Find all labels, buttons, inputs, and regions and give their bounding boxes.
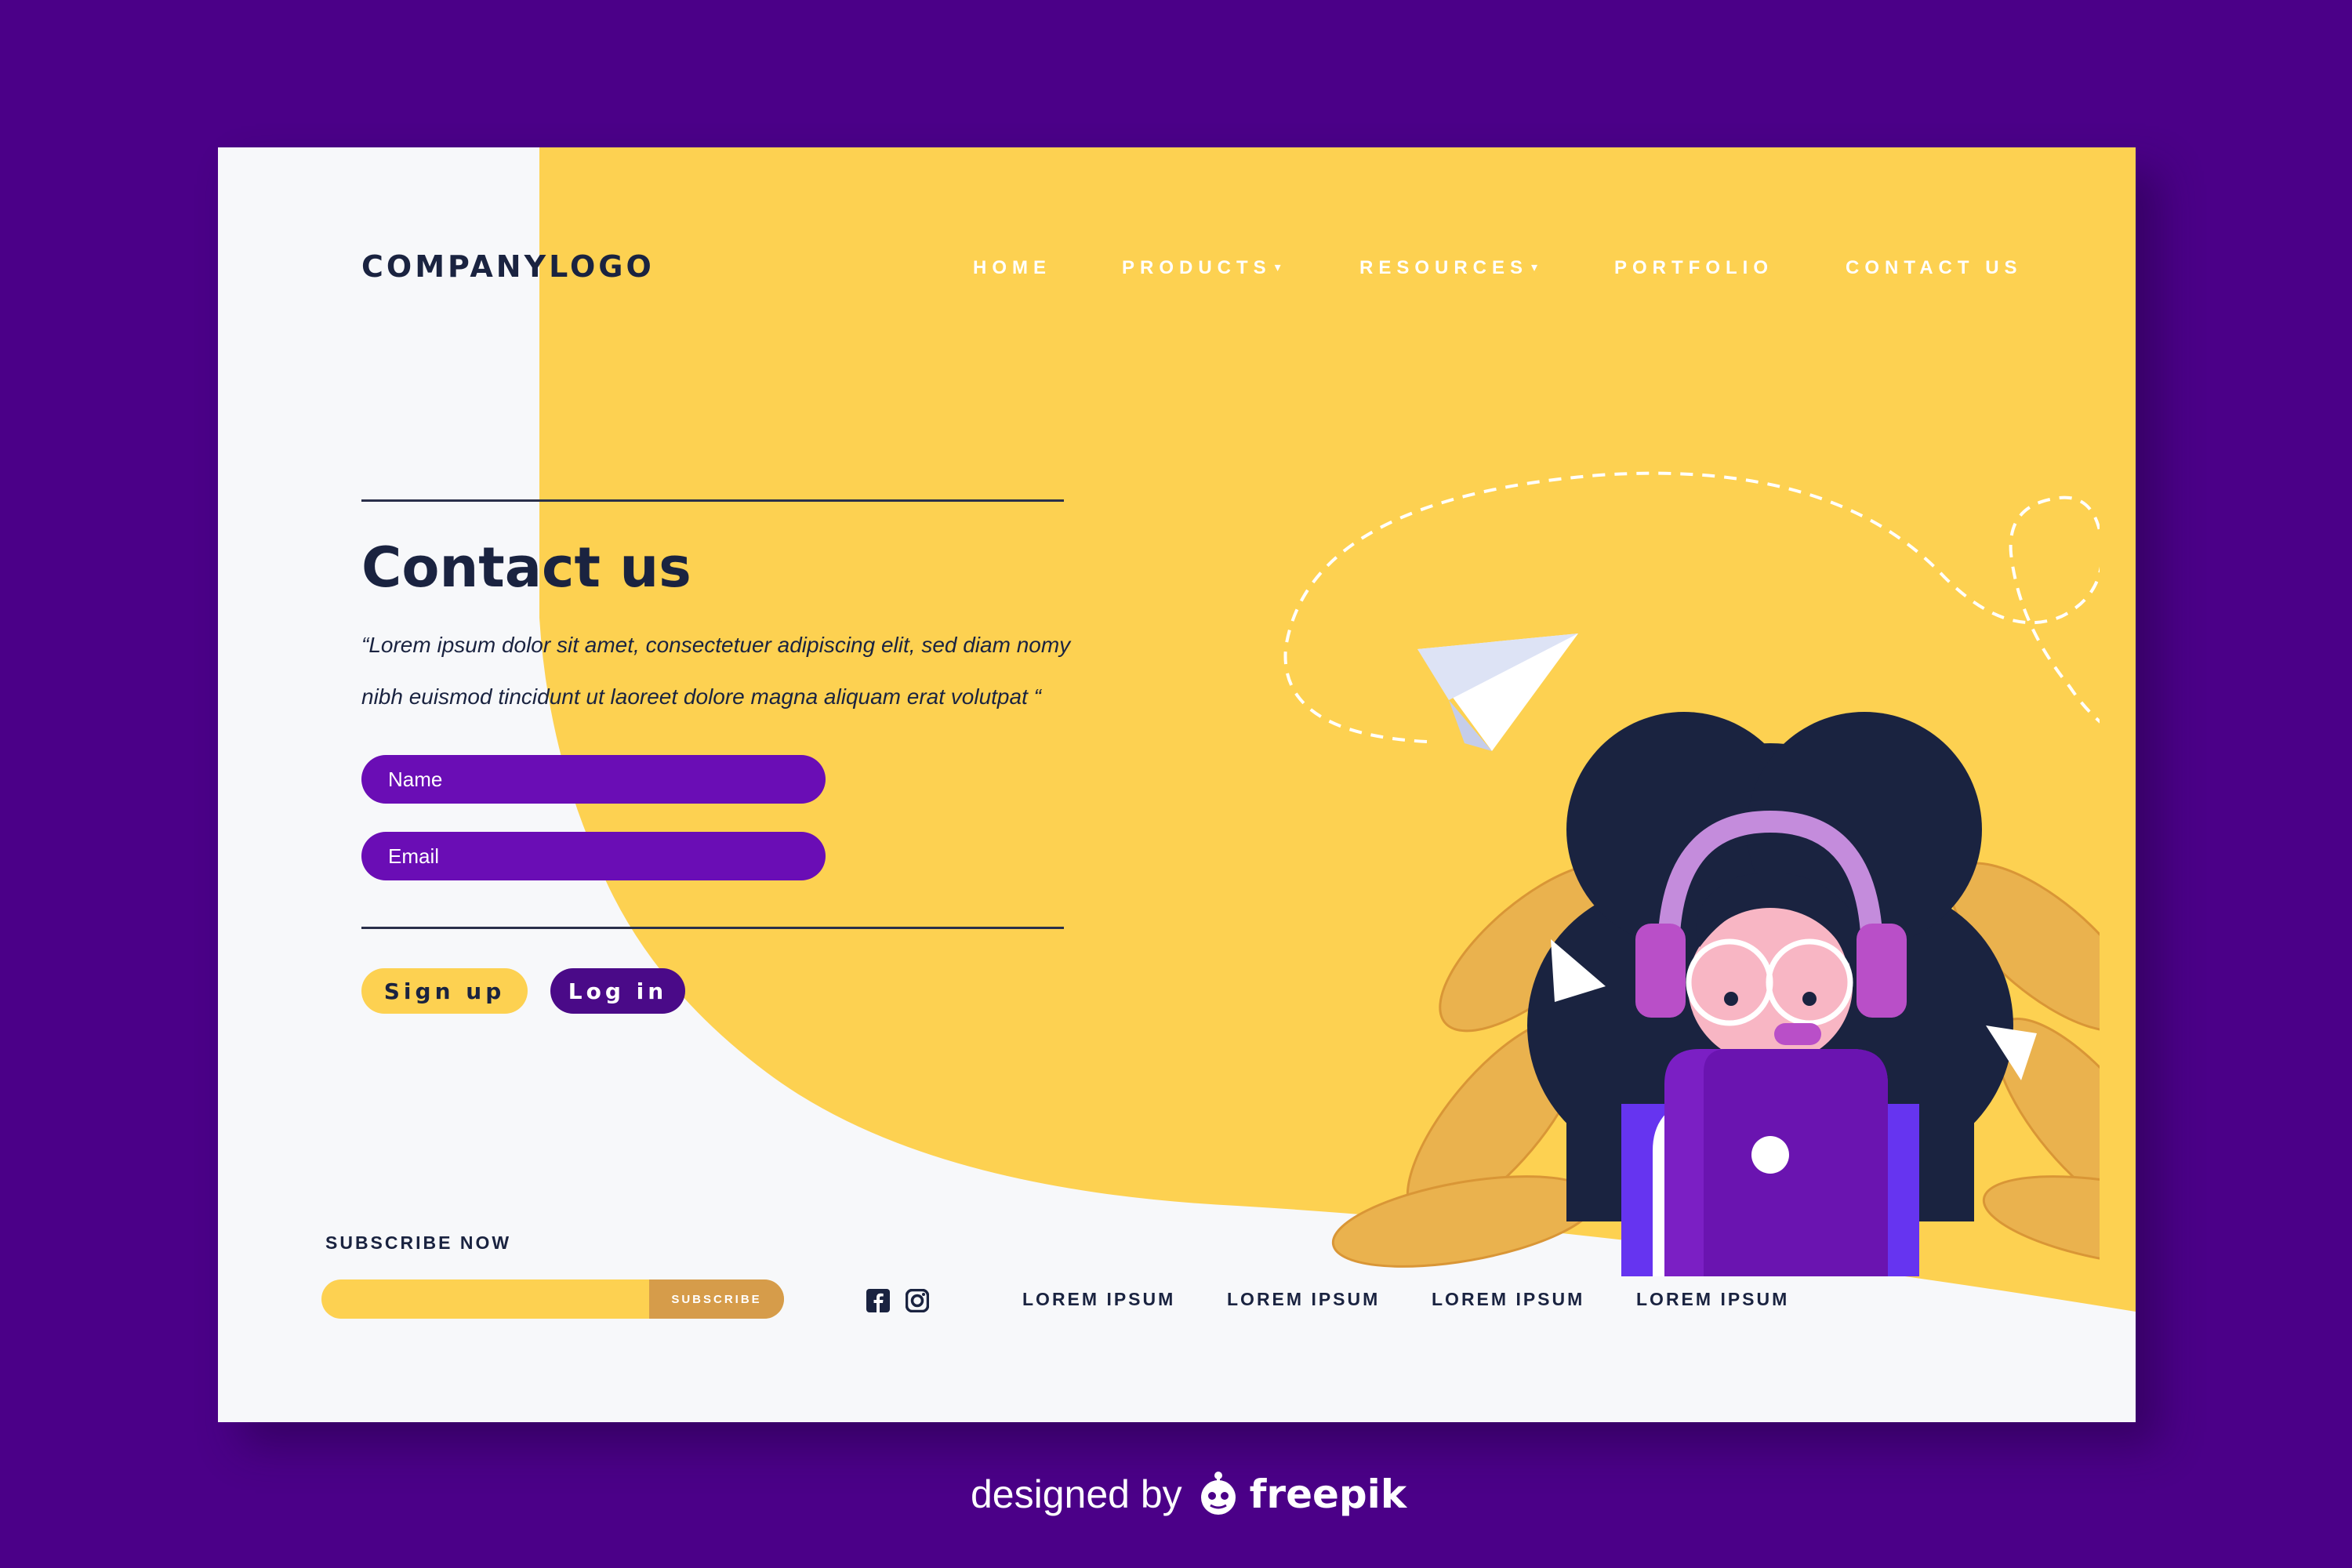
paper-plane-icon [1417,633,1578,751]
laptop-logo-icon [1751,1136,1789,1174]
footer-link[interactable]: LOREM IPSUM [1022,1289,1175,1310]
footer-link[interactable]: LOREM IPSUM [1636,1289,1789,1310]
divider-top [361,499,1064,502]
headphone-right [1857,924,1907,1018]
subscribe-button[interactable]: SUBSCRIBE [649,1279,784,1319]
chevron-down-icon: ▾ [1274,261,1281,274]
nav-label: RESOURCES [1359,257,1529,278]
support-agent-illustration [1283,471,2100,1276]
footer-link[interactable]: LOREM IPSUM [1227,1289,1380,1310]
subscribe-form: SUBSCRIBE [321,1279,784,1319]
freepik-credit: designed by freepik [971,1463,1410,1526]
instagram-icon[interactable] [906,1289,929,1312]
nav-label: PRODUCTS [1122,257,1272,278]
email-field[interactable] [361,832,826,880]
divider-bottom [361,927,1064,929]
chevron-down-icon: ▾ [1531,261,1538,274]
nav-label: PORTFOLIO [1614,257,1773,278]
nav-label: CONTACT US [1846,257,2023,278]
top-navigation: HOME PRODUCTS ▾ RESOURCES ▾ PORTFOLIO CONT… [218,257,2136,289]
signup-button[interactable]: Sign up [361,968,528,1014]
credit-brand: freepik [1249,1472,1407,1517]
microphone-shape [1774,1023,1821,1045]
subscribe-email-input[interactable] [321,1279,651,1319]
freepik-logo-icon [1200,1472,1236,1515]
name-field[interactable] [361,755,826,804]
headphone-left [1635,924,1686,1018]
nav-item-products[interactable]: PRODUCTS ▾ [1122,257,1281,279]
landing-page-card: COMPANYLOGO HOME PRODUCTS ▾ RESOURCES ▾ PO… [218,147,2136,1422]
login-button[interactable]: Log in [550,968,685,1014]
nav-item-portfolio[interactable]: PORTFOLIO [1614,257,1773,279]
page-title: Contact us [361,535,691,600]
nav-item-resources[interactable]: RESOURCES ▾ [1359,257,1537,279]
subscribe-title: SUBSCRIBE NOW [325,1232,512,1253]
nav-item-contact-us[interactable]: CONTACT US [1846,257,2023,279]
nav-item-home[interactable]: HOME [973,257,1051,279]
nav-label: HOME [973,257,1051,278]
facebook-icon[interactable] [866,1289,890,1312]
footer-link[interactable]: LOREM IPSUM [1432,1289,1584,1310]
credit-prefix: designed by [971,1472,1182,1516]
